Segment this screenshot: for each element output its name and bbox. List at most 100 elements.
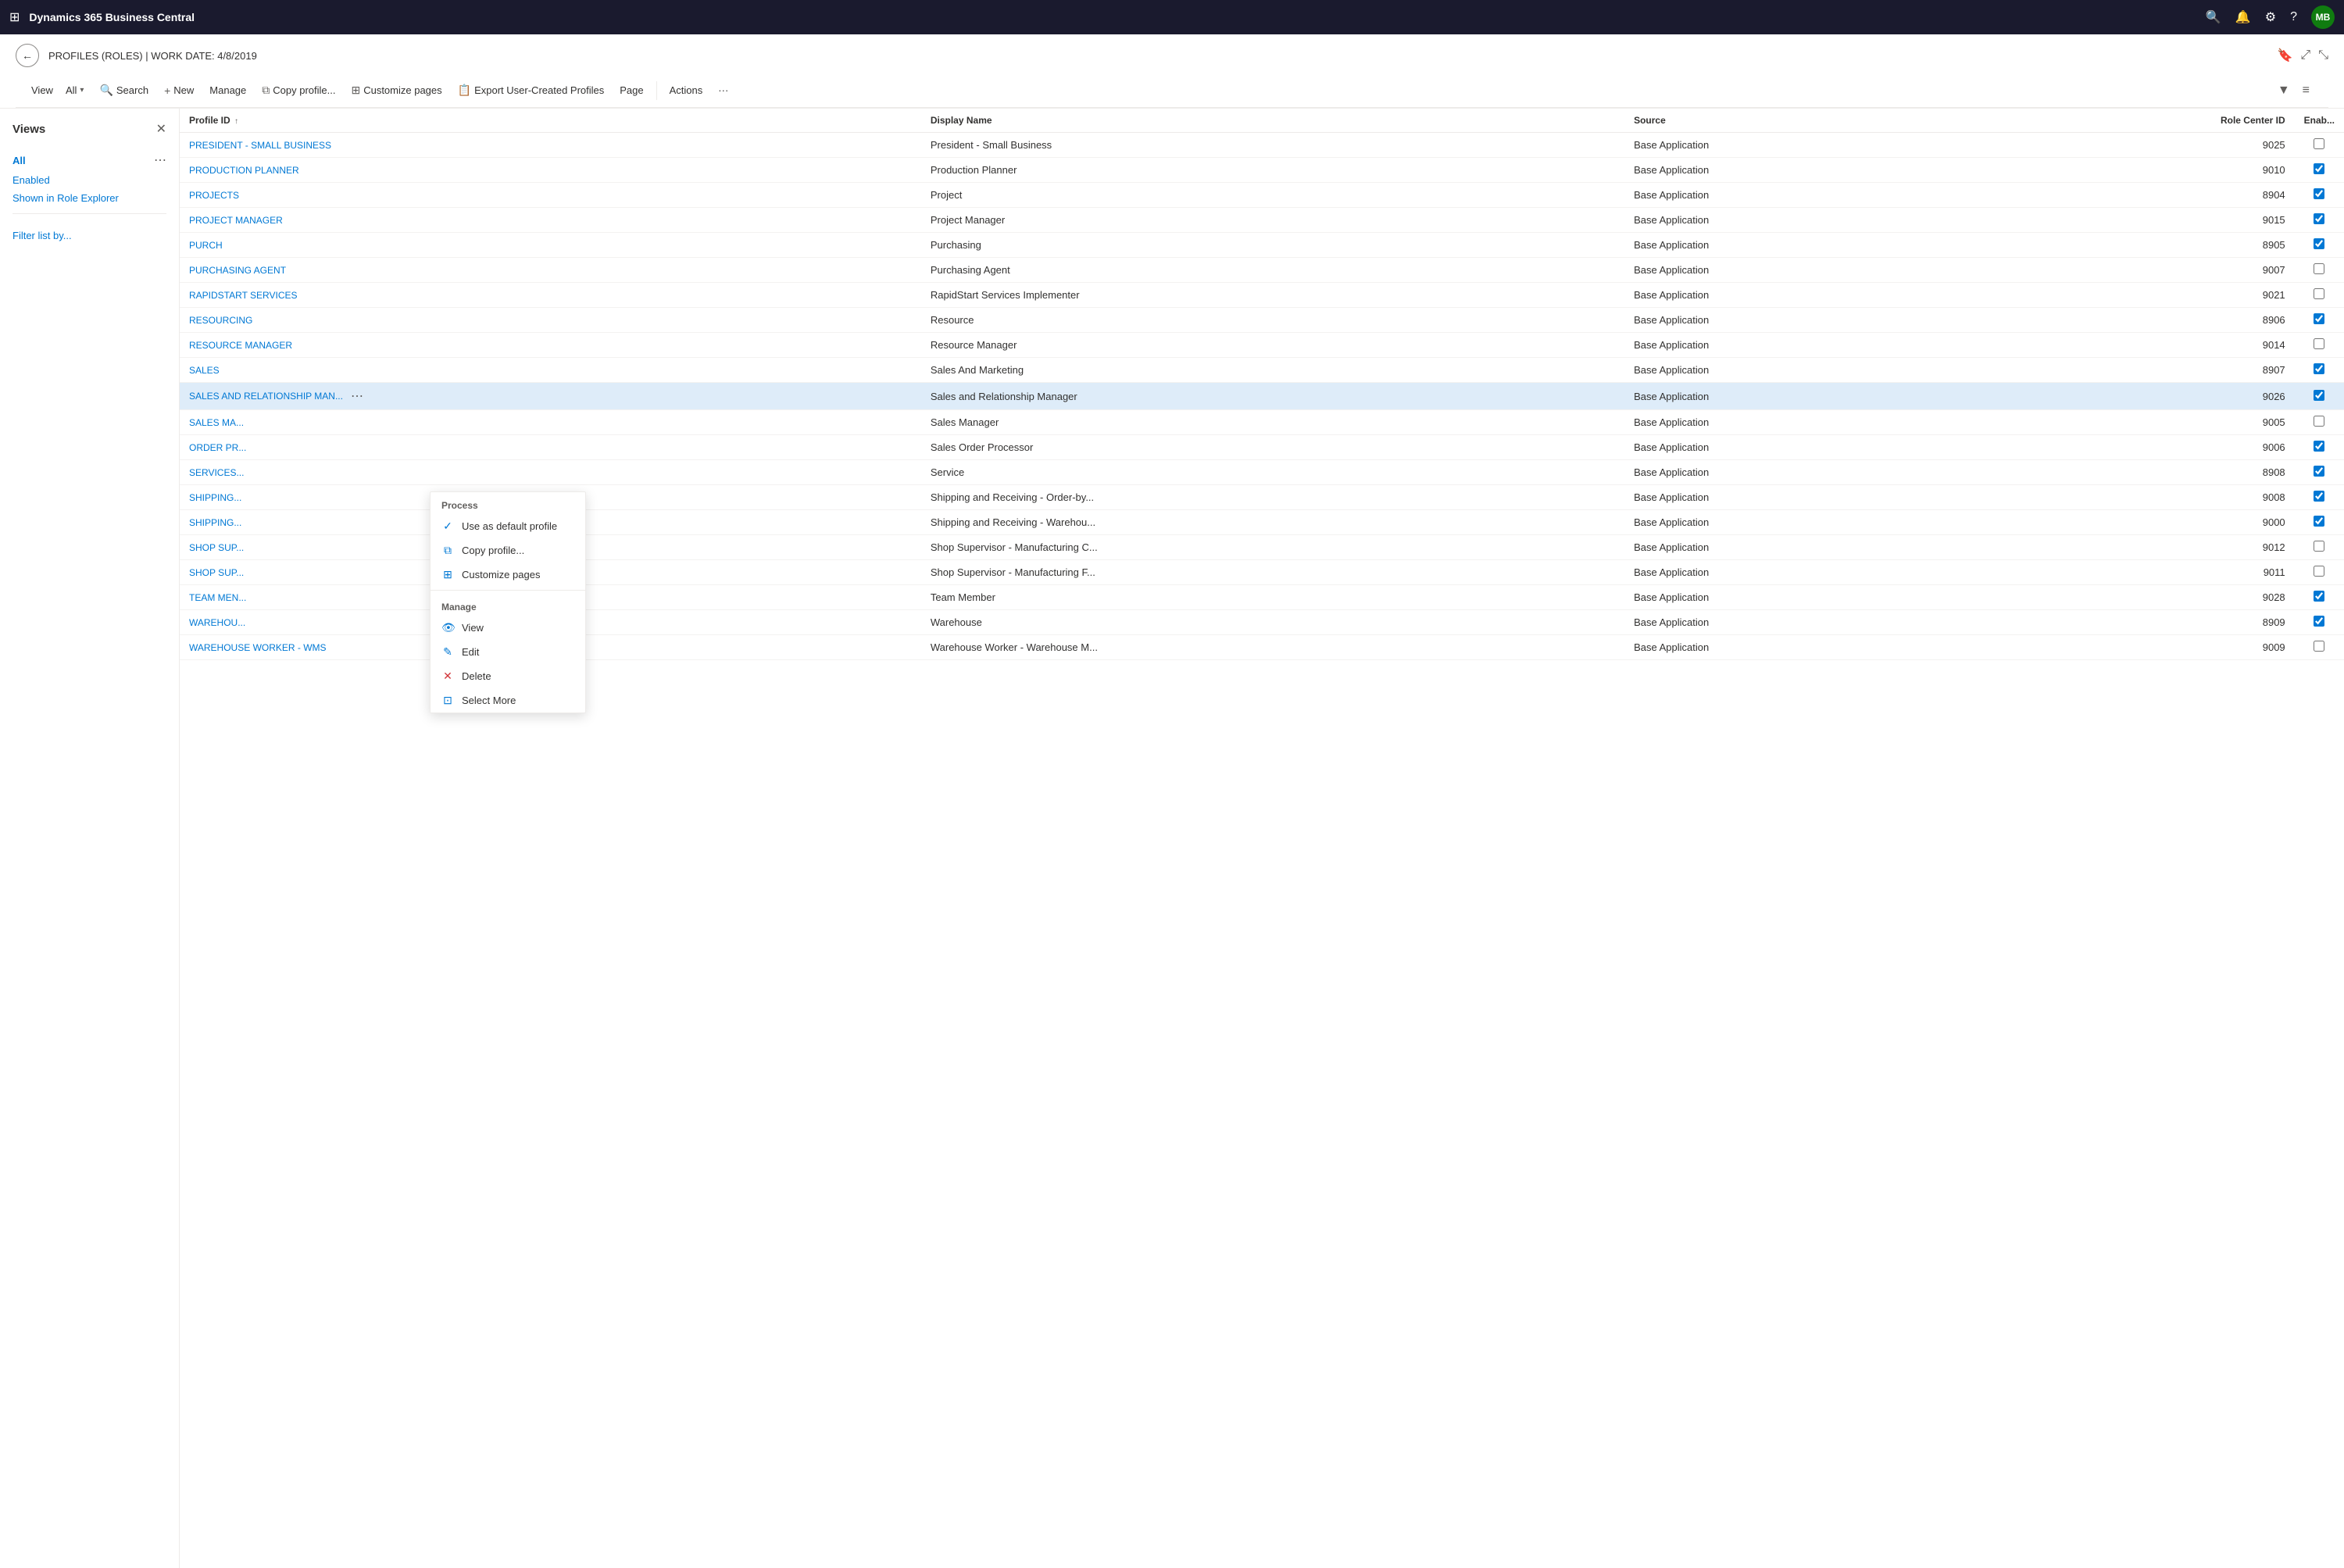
sidebar-item-enabled[interactable]: Enabled [13, 171, 166, 189]
filter-icon-button[interactable]: ▼ [2274, 80, 2293, 101]
enabled-cell[interactable] [2295, 635, 2344, 660]
table-row[interactable]: SALES AND RELATIONSHIP MAN...⋯Sales and … [180, 383, 2344, 410]
profile-id-link[interactable]: SHIPPING... [189, 517, 241, 528]
profile-id-cell[interactable]: PURCH [180, 233, 921, 258]
bell-icon[interactable]: 🔔 [2235, 9, 2251, 25]
enabled-cell[interactable] [2295, 233, 2344, 258]
manage-button[interactable]: Manage [203, 81, 252, 99]
enabled-cell[interactable] [2295, 435, 2344, 460]
copy-profile-button[interactable]: ⧉ Copy profile... [255, 80, 341, 100]
profile-id-cell[interactable]: SALES AND RELATIONSHIP MAN...⋯ [180, 383, 921, 410]
enabled-checkbox[interactable] [2314, 263, 2324, 274]
enabled-cell[interactable] [2295, 208, 2344, 233]
context-menu-customize-pages[interactable]: ⊞ Customize pages [431, 563, 585, 587]
profile-id-cell[interactable]: ORDER PR... [180, 435, 921, 460]
profile-id-cell[interactable]: PROJECT MANAGER [180, 208, 921, 233]
profile-id-link[interactable]: PURCHASING AGENT [189, 265, 286, 276]
bookmark-icon[interactable]: 🔖 [2277, 48, 2292, 63]
profile-id-link[interactable]: PRODUCTION PLANNER [189, 165, 299, 176]
profile-id-cell[interactable]: SALES MA... [180, 410, 921, 435]
profile-id-cell[interactable]: RESOURCE MANAGER [180, 333, 921, 358]
profile-id-cell[interactable]: PROJECTS [180, 183, 921, 208]
settings-icon[interactable]: ⚙ [2265, 9, 2276, 25]
more-actions-button[interactable]: ··· [712, 81, 734, 99]
search-button[interactable]: 🔍 Search [93, 80, 155, 100]
enabled-cell[interactable] [2295, 183, 2344, 208]
enabled-cell[interactable] [2295, 510, 2344, 535]
table-row[interactable]: PROJECTSProjectBase Application8904 [180, 183, 2344, 208]
table-row[interactable]: SALES MA...Sales ManagerBase Application… [180, 410, 2344, 435]
enabled-checkbox[interactable] [2314, 566, 2324, 577]
col-role-center-id[interactable]: Role Center ID [1979, 109, 2294, 133]
profile-id-link[interactable]: SALES [189, 365, 220, 376]
context-menu-edit[interactable]: ✎ Edit [431, 640, 585, 664]
search-icon[interactable]: 🔍 [2206, 9, 2221, 25]
export-button[interactable]: 📋 Export User-Created Profiles [452, 80, 611, 100]
enabled-checkbox[interactable] [2314, 313, 2324, 324]
table-row[interactable]: SERVICES...ServiceBase Application8908 [180, 460, 2344, 485]
profile-id-cell[interactable]: SERVICES... [180, 460, 921, 485]
actions-button[interactable]: Actions [663, 81, 709, 99]
enabled-cell[interactable] [2295, 308, 2344, 333]
table-row[interactable]: PRESIDENT - SMALL BUSINESSPresident - Sm… [180, 133, 2344, 158]
enabled-cell[interactable] [2295, 158, 2344, 183]
profile-id-link[interactable]: RESOURCE MANAGER [189, 340, 292, 351]
profile-id-link[interactable]: RESOURCING [189, 315, 252, 326]
table-row[interactable]: RAPIDSTART SERVICESRapidStart Services I… [180, 283, 2344, 308]
profile-id-link[interactable]: PURCH [189, 240, 223, 251]
help-icon[interactable]: ? [2290, 10, 2297, 24]
enabled-checkbox[interactable] [2314, 416, 2324, 427]
table-row[interactable]: PURCHASING AGENTPurchasing AgentBase App… [180, 258, 2344, 283]
profile-id-link[interactable]: SERVICES... [189, 467, 244, 478]
profile-id-link[interactable]: PRESIDENT - SMALL BUSINESS [189, 140, 331, 151]
profile-id-link[interactable]: TEAM MEN... [189, 592, 246, 603]
profile-id-link[interactable]: SHIPPING... [189, 492, 241, 503]
enabled-cell[interactable] [2295, 258, 2344, 283]
enabled-checkbox[interactable] [2314, 288, 2324, 299]
sidebar-item-more-icon[interactable]: ⋯ [154, 152, 166, 168]
enabled-cell[interactable] [2295, 333, 2344, 358]
waffle-icon[interactable]: ⊞ [9, 9, 20, 25]
enabled-cell[interactable] [2295, 610, 2344, 635]
enabled-cell[interactable] [2295, 410, 2344, 435]
enabled-checkbox[interactable] [2314, 441, 2324, 452]
enabled-cell[interactable] [2295, 560, 2344, 585]
profile-id-cell[interactable]: SALES [180, 358, 921, 383]
context-menu-select-more[interactable]: ⊡ Select More [431, 688, 585, 713]
enabled-cell[interactable] [2295, 283, 2344, 308]
enabled-checkbox[interactable] [2314, 390, 2324, 401]
enabled-checkbox[interactable] [2314, 213, 2324, 224]
enabled-cell[interactable] [2295, 585, 2344, 610]
enabled-checkbox[interactable] [2314, 616, 2324, 627]
enabled-checkbox[interactable] [2314, 363, 2324, 374]
sidebar-filter-item[interactable]: Filter list by... [13, 220, 166, 245]
profile-id-cell[interactable]: RESOURCING [180, 308, 921, 333]
all-dropdown-button[interactable]: All ▾ [59, 81, 90, 99]
enabled-cell[interactable] [2295, 460, 2344, 485]
profile-id-link[interactable]: RAPIDSTART SERVICES [189, 290, 298, 301]
profile-id-link[interactable]: SHOP SUP... [189, 542, 244, 553]
user-avatar[interactable]: MB [2311, 5, 2335, 29]
col-profile-id[interactable]: Profile ID ↑ [180, 109, 921, 133]
enabled-cell[interactable] [2295, 485, 2344, 510]
enabled-checkbox[interactable] [2314, 188, 2324, 199]
table-row[interactable]: RESOURCE MANAGERResource ManagerBase App… [180, 333, 2344, 358]
col-display-name[interactable]: Display Name [921, 109, 1624, 133]
profile-id-link[interactable]: PROJECT MANAGER [189, 215, 283, 226]
col-source[interactable]: Source [1624, 109, 1979, 133]
row-more-button[interactable]: ⋯ [348, 388, 366, 404]
profile-id-cell[interactable]: PRODUCTION PLANNER [180, 158, 921, 183]
context-menu-view[interactable]: 👁 View [431, 616, 585, 640]
table-row[interactable]: ORDER PR...Sales Order ProcessorBase App… [180, 435, 2344, 460]
enabled-cell[interactable] [2295, 535, 2344, 560]
enabled-cell[interactable] [2295, 358, 2344, 383]
enabled-checkbox[interactable] [2314, 491, 2324, 502]
customize-pages-button[interactable]: ⊞ Customize pages [345, 80, 448, 100]
profile-id-link[interactable]: PROJECTS [189, 190, 239, 201]
table-row[interactable]: PROJECT MANAGERProject ManagerBase Appli… [180, 208, 2344, 233]
enabled-checkbox[interactable] [2314, 138, 2324, 149]
profile-id-cell[interactable]: PRESIDENT - SMALL BUSINESS [180, 133, 921, 158]
table-row[interactable]: PURCHPurchasingBase Application8905 [180, 233, 2344, 258]
list-view-button[interactable]: ≡ [2299, 80, 2313, 101]
open-new-icon[interactable]: ⤢ [2300, 48, 2310, 63]
